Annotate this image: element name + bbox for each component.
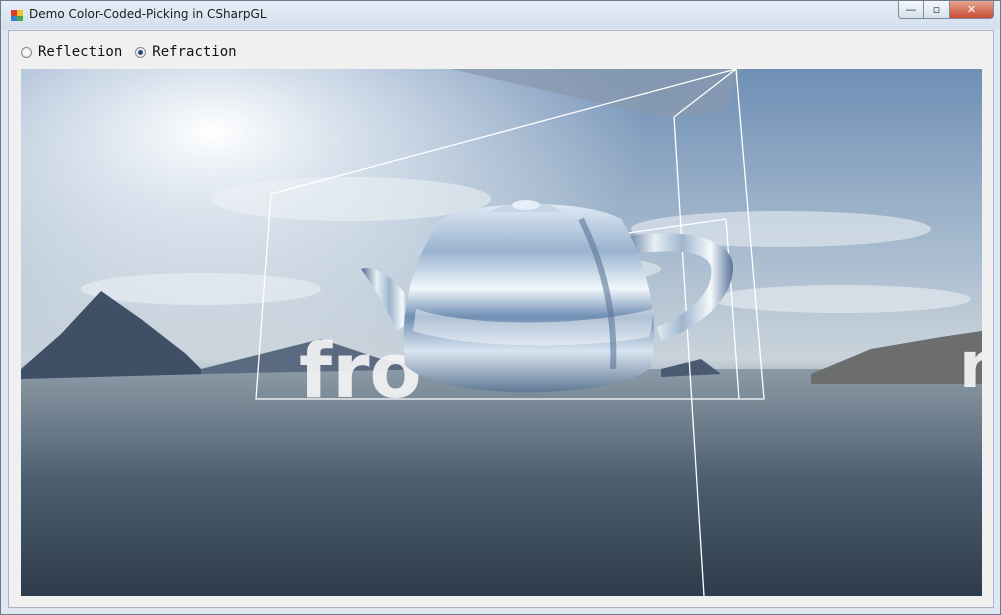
window-controls: — ▫ ✕	[898, 1, 994, 21]
render-mode-group: Reflection Refraction	[21, 44, 250, 60]
maximize-icon: ▫	[932, 3, 941, 16]
minimize-button[interactable]: —	[898, 1, 924, 19]
radio-unchecked-icon	[21, 46, 32, 58]
close-icon: ✕	[966, 3, 977, 16]
refraction-label: Refraction	[152, 44, 237, 60]
window-title: Demo Color-Coded-Picking in CSharpGL	[29, 7, 267, 21]
client-area: Reflection Refraction fro r	[8, 30, 994, 608]
opengl-viewport[interactable]: fro r	[21, 69, 982, 596]
app-icon	[11, 10, 23, 21]
minimize-icon: —	[905, 3, 917, 16]
reflection-label: Reflection	[38, 44, 123, 60]
scene-text-left: fro	[299, 326, 422, 415]
app-window: Demo Color-Coded-Picking in CSharpGL — ▫…	[0, 0, 1001, 615]
refraction-radio[interactable]: Refraction	[135, 44, 237, 60]
maximize-button[interactable]: ▫	[924, 1, 950, 19]
scene-canvas[interactable]: fro r	[21, 69, 982, 596]
title-bar[interactable]: Demo Color-Coded-Picking in CSharpGL — ▫…	[1, 1, 1000, 29]
scene-text-right: r	[959, 329, 982, 403]
reflection-radio[interactable]: Reflection	[21, 44, 122, 60]
close-button[interactable]: ✕	[950, 1, 994, 19]
radio-checked-icon	[135, 46, 147, 58]
